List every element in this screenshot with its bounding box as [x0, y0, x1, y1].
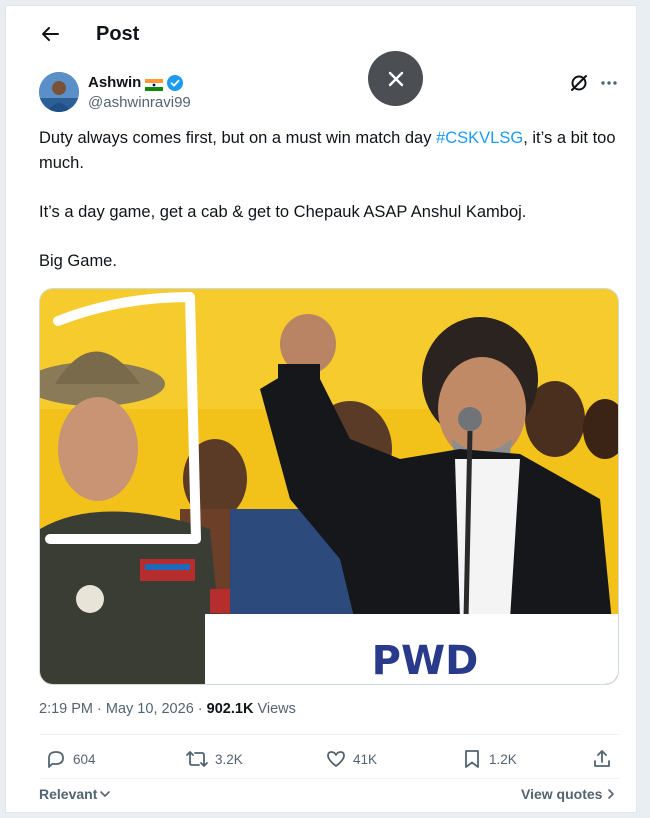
tweet-paragraph-3: Big Game. [39, 252, 117, 270]
post-meta: 2:19 PM · May 10, 2026 · 902.1K Views [39, 701, 296, 717]
india-flag-icon [145, 77, 164, 91]
post-header: Post [6, 6, 636, 62]
grok-icon[interactable] [568, 72, 590, 94]
like-icon [327, 751, 345, 767]
chevron-down-icon [100, 791, 111, 797]
post-date[interactable]: May 10, 2026 [106, 701, 194, 717]
tweet-paragraph-1: Duty always comes first, but on a must w… [39, 129, 616, 172]
sort-label: Relevant [39, 786, 98, 802]
chevron-right-icon [608, 789, 615, 799]
like-button[interactable]: 41K [325, 748, 377, 770]
like-count: 41K [353, 751, 378, 767]
author-name[interactable]: Ashwin [88, 73, 141, 93]
page-title: Post [96, 23, 140, 45]
bookmark-icon [465, 750, 479, 768]
share-icon [594, 750, 610, 767]
repost-icon [186, 751, 208, 767]
post-card: Post Ashwin @ashwinravi99 Duty always co… [6, 6, 636, 812]
post-time[interactable]: 2:19 PM [39, 701, 93, 717]
divider-bottom [39, 778, 619, 779]
hashtag-link[interactable]: #CSKVLSG [436, 129, 523, 147]
reply-count: 604 [73, 751, 96, 767]
tweet-paragraph-2: It’s a day game, get a cab & get to Chep… [39, 203, 527, 221]
back-arrow-icon [42, 27, 59, 41]
reply-button[interactable]: 604 [45, 748, 96, 770]
share-button[interactable] [591, 748, 613, 770]
action-bar: 604 3.2K 41K 1.2K [39, 744, 619, 774]
verified-badge-icon [167, 75, 184, 91]
repost-button[interactable]: 3.2K [185, 748, 243, 770]
avatar[interactable] [39, 72, 79, 112]
view-quotes-link[interactable]: View quotes [521, 786, 616, 802]
tweet-text: Duty always comes first, but on a must w… [39, 126, 619, 298]
views-count[interactable]: 902.1K [207, 701, 254, 717]
views-label: Views [257, 701, 296, 717]
more-icon[interactable] [598, 72, 620, 94]
reply-icon [48, 751, 64, 768]
author-handle[interactable]: @ashwinravi99 [88, 93, 191, 113]
close-button[interactable] [368, 51, 423, 106]
tweet-image[interactable]: PWD [39, 288, 619, 685]
podium-banner: PWD [372, 638, 479, 684]
close-icon [388, 71, 403, 86]
bookmark-button[interactable]: 1.2K [461, 748, 517, 770]
sort-dropdown[interactable]: Relevant [39, 786, 111, 802]
divider-top [39, 734, 619, 735]
back-button[interactable] [36, 20, 64, 48]
repost-count: 3.2K [215, 751, 243, 767]
bookmark-count: 1.2K [489, 751, 517, 767]
view-quotes-label: View quotes [521, 786, 603, 802]
author-name-row[interactable]: Ashwin [88, 73, 184, 93]
